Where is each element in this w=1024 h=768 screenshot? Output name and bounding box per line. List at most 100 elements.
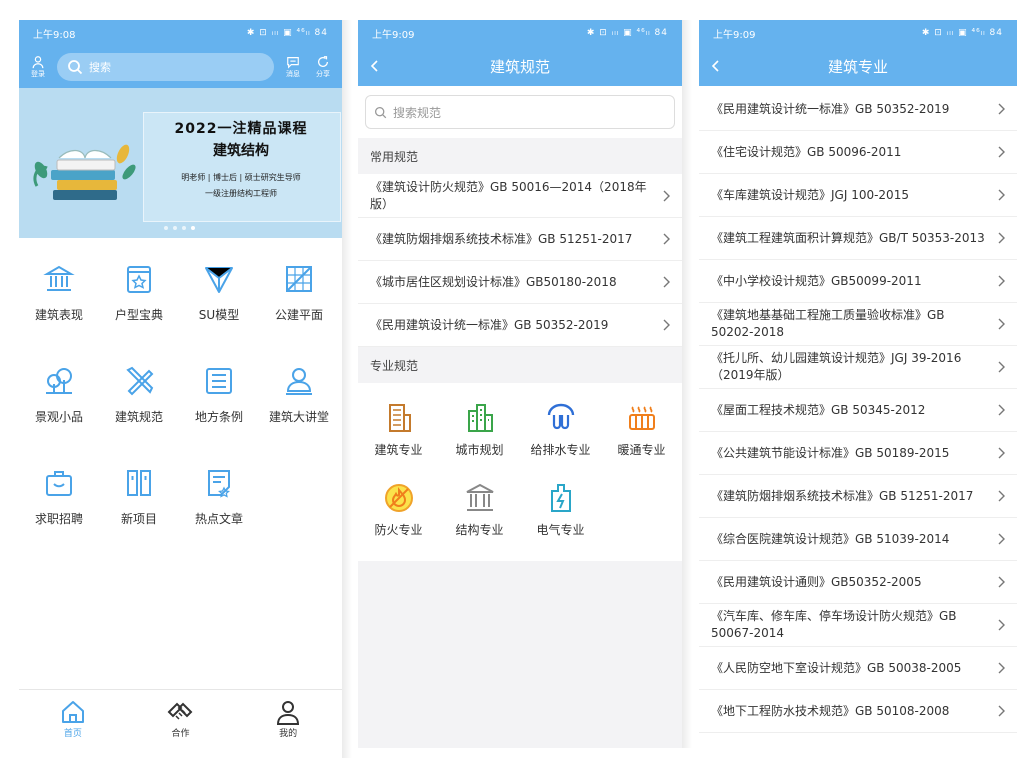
section-title-professional: 专业规范 (370, 358, 419, 373)
back-button[interactable] (709, 46, 723, 86)
list-item-text: 《住宅设计规范》GB 50096-2011 (711, 144, 902, 159)
login-button[interactable]: 登录 (27, 55, 49, 79)
grid-item-label: SU模型 (198, 308, 240, 322)
grid-item-landscape[interactable]: 景观小品 (19, 354, 99, 456)
list-item-text: 《公共建筑节能设计标准》GB 50189-2015 (711, 445, 950, 460)
carousel-dot[interactable] (173, 226, 177, 230)
category-water-supply[interactable]: 给排水专业 (520, 393, 601, 473)
page-title: 建筑专业 (827, 57, 888, 76)
grid-item-lecture[interactable]: 建筑大讲堂 (259, 354, 339, 456)
books-illustration (33, 144, 136, 200)
water-pipe-icon (547, 403, 574, 430)
tab-cooperation[interactable]: 合作 (140, 690, 220, 758)
grid-item-label: 热点文章 (194, 512, 243, 526)
list-item[interactable]: 《民用建筑设计统一标准》GB 50352-2019 (699, 88, 1017, 131)
message-label: 消息 (286, 70, 300, 78)
list-item[interactable]: 《建筑防烟排烟系统技术标准》GB 51251-2017 (358, 218, 682, 261)
tab-home[interactable]: 首页 (33, 690, 113, 758)
category-hvac[interactable]: 暖通专业 (601, 393, 682, 473)
status-time: 上午9:08 (33, 29, 76, 41)
list-item[interactable]: 《建筑工程建筑面积计算规范》GB/T 50353-2013 (699, 217, 1017, 260)
list-item[interactable]: 《中小学校设计规范》GB50099-2011 (699, 260, 1017, 303)
chevron-right-icon (998, 447, 1005, 459)
chevron-right-icon (998, 146, 1005, 158)
grid-item-public-plan[interactable]: 公建平面 (259, 252, 339, 354)
course-banner[interactable]: 2022一注精品课程 建筑结构 明老师 | 博士后 | 硕士研究生导师 一级注册… (19, 88, 342, 238)
message-button[interactable]: 消息 (282, 55, 304, 79)
chevron-right-icon (663, 319, 670, 331)
carousel-dot-active[interactable] (191, 226, 195, 230)
list-item[interactable]: 《车库建筑设计规范》JGJ 100-2015 (699, 174, 1017, 217)
list-item-text: 《中小学校设计规范》GB50099-2011 (711, 273, 922, 288)
carousel-dot[interactable] (182, 226, 186, 230)
chevron-left-icon (711, 60, 719, 72)
grid-item-su-model[interactable]: SU模型 (179, 252, 259, 354)
list-item[interactable]: 《建筑防烟排烟系统技术标准》GB 51251-2017 (699, 475, 1017, 518)
grid-item-building-codes[interactable]: 建筑规范 (99, 354, 179, 456)
list-item-text: 《地下工程防水技术规范》GB 50108-2008 (711, 703, 950, 718)
list-item[interactable]: 《托儿所、幼儿园建筑设计规范》JGJ 39-2016（2019年版） (699, 346, 1017, 389)
lecturer-icon (286, 368, 312, 395)
grid-item-jobs[interactable]: 求职招聘 (19, 456, 99, 558)
search-placeholder: 搜索 (89, 61, 111, 74)
tab-mine[interactable]: 我的 (248, 690, 328, 758)
list-item[interactable]: 《民用建筑设计统一标准》GB 50352-2019 (358, 304, 682, 347)
list-item-text: 《车库建筑设计规范》JGJ 100-2015 (711, 187, 909, 202)
grid-item-label: 求职招聘 (34, 512, 83, 526)
list-item[interactable]: 《汽车库、修车库、停车场设计防火规范》GB 50067-2014 (699, 604, 1017, 647)
banner-title: 2022一注精品课程 (174, 121, 308, 137)
heater-icon (628, 406, 655, 430)
search-input[interactable]: 搜索 (57, 53, 274, 81)
list-item[interactable]: 《建筑地基基础工程施工质量验收标准》GB 50202-2018 (699, 303, 1017, 346)
banner-line1: 明老师 | 博士后 | 硕士研究生导师 (181, 173, 301, 182)
chevron-right-icon (998, 361, 1005, 373)
grid-item-hot-articles[interactable]: 热点文章 (179, 456, 259, 558)
list-item[interactable]: 《公共建筑节能设计标准》GB 50189-2015 (699, 432, 1017, 475)
status-time: 上午9:09 (372, 29, 415, 41)
list-item[interactable]: 《综合医院建筑设计规范》GB 51039-2014 (699, 518, 1017, 561)
chevron-right-icon (663, 276, 670, 288)
list-item-text: 《综合医院建筑设计规范》GB 51039-2014 (711, 531, 950, 546)
list-item[interactable]: 《住宅设计规范》GB 50096-2011 (699, 131, 1017, 174)
list-item[interactable]: 《屋面工程技术规范》GB 50345-2012 (699, 389, 1017, 432)
category-structure[interactable]: 结构专业 (439, 473, 520, 553)
category-fire-protection[interactable]: 防火专业 (358, 473, 439, 553)
list-item[interactable]: 《人民防空地下室设计规范》GB 50038-2005 (699, 647, 1017, 690)
grid-item-local-rules[interactable]: 地方条例 (179, 354, 259, 456)
list-item[interactable]: 《民用建筑设计通则》GB50352-2005 (699, 561, 1017, 604)
nav-bar: 建筑专业 (699, 46, 1017, 86)
handshake-icon (168, 702, 193, 720)
message-icon (287, 57, 299, 69)
list-item[interactable]: 《地下工程防水技术规范》GB 50108-2008 (699, 690, 1017, 733)
grid-item-architecture-render[interactable]: 建筑表现 (19, 252, 99, 354)
user-icon (277, 701, 300, 725)
carousel-dot[interactable] (164, 226, 168, 230)
chevron-right-icon (663, 233, 670, 245)
category-architecture[interactable]: 建筑专业 (358, 393, 439, 473)
fire-icon (384, 484, 413, 512)
share-button[interactable]: 分享 (312, 55, 334, 79)
grid-item-new-project[interactable]: 新项目 (99, 456, 179, 558)
list-item-text: 《城市居住区规划设计标准》GB50180-2018 (370, 274, 617, 289)
grid-item-label: 户型宝典 (114, 308, 163, 322)
chevron-left-icon (370, 60, 378, 72)
back-button[interactable] (368, 46, 382, 86)
architecture-codes-list: 《民用建筑设计统一标准》GB 50352-2019 《住宅设计规范》GB 500… (699, 88, 1017, 733)
bottom-tab-bar: 首页 合作 我的 (19, 689, 342, 758)
grid-item-floorplan[interactable]: 户型宝典 (99, 252, 179, 354)
category-electrical[interactable]: 电气专业 (520, 473, 601, 553)
tree-icon (46, 368, 72, 394)
search-placeholder: 搜索规范 (393, 105, 442, 120)
list-item[interactable]: 《城市居住区规划设计标准》GB50180-2018 (358, 261, 682, 304)
category-label: 城市规划 (455, 443, 504, 457)
list-item-text: 《建筑防烟排烟系统技术标准》GB 51251-2017 (711, 488, 974, 503)
share-icon (318, 56, 328, 67)
city-icon (467, 404, 493, 432)
search-input[interactable]: 搜索规范 (365, 95, 675, 129)
category-urban-planning[interactable]: 城市规划 (439, 393, 520, 473)
chevron-right-icon (998, 490, 1005, 502)
triangle-icon (205, 267, 233, 293)
list-item[interactable]: 《建筑设计防火规范》GB 50016—2014（2018年版） (358, 174, 682, 218)
feature-grid: 建筑表现 户型宝典 SU模型 公建平面 景观小品 建筑规范 地方条例 建筑大讲堂… (19, 252, 342, 558)
carousel-dots[interactable] (164, 226, 195, 230)
